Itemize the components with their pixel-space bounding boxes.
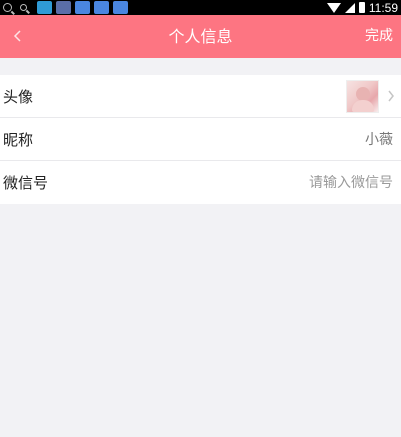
wechat-id-row: 微信号 — [0, 161, 401, 204]
status-bar-right: 11:59 — [326, 0, 398, 15]
wifi-icon — [326, 2, 341, 13]
wechat-id-label: 微信号 — [3, 174, 49, 192]
nickname-row[interactable]: 昵称 小薇 — [0, 118, 401, 161]
nav-bar: 个人信息 完成 — [0, 15, 401, 58]
search-icon — [20, 4, 27, 11]
done-button[interactable]: 完成 — [365, 15, 393, 58]
news-icon — [56, 1, 71, 14]
status-bar-left — [3, 0, 128, 15]
chevron-right-icon — [388, 90, 394, 102]
nickname-value: 小薇 — [365, 132, 393, 148]
back-button[interactable] — [9, 27, 27, 45]
avatar — [346, 80, 379, 113]
chevron-left-icon — [13, 30, 21, 42]
avatar-row[interactable]: 头像 — [0, 75, 401, 118]
status-time: 11:59 — [368, 0, 398, 15]
app-icon — [37, 1, 52, 14]
wechat-id-input[interactable] — [243, 174, 393, 191]
paw-icon — [94, 1, 109, 14]
battery-icon — [358, 2, 365, 13]
signal-icon — [344, 2, 355, 13]
avatar-label: 头像 — [3, 87, 34, 106]
nickname-label: 昵称 — [3, 130, 34, 149]
paw-icon — [75, 1, 90, 14]
status-bar: 11:59 — [0, 0, 401, 15]
profile-list: 头像 昵称 小薇 微信号 — [0, 75, 401, 204]
page-title: 个人信息 — [168, 27, 233, 46]
search-icon — [3, 3, 12, 12]
paw-icon — [113, 1, 128, 14]
